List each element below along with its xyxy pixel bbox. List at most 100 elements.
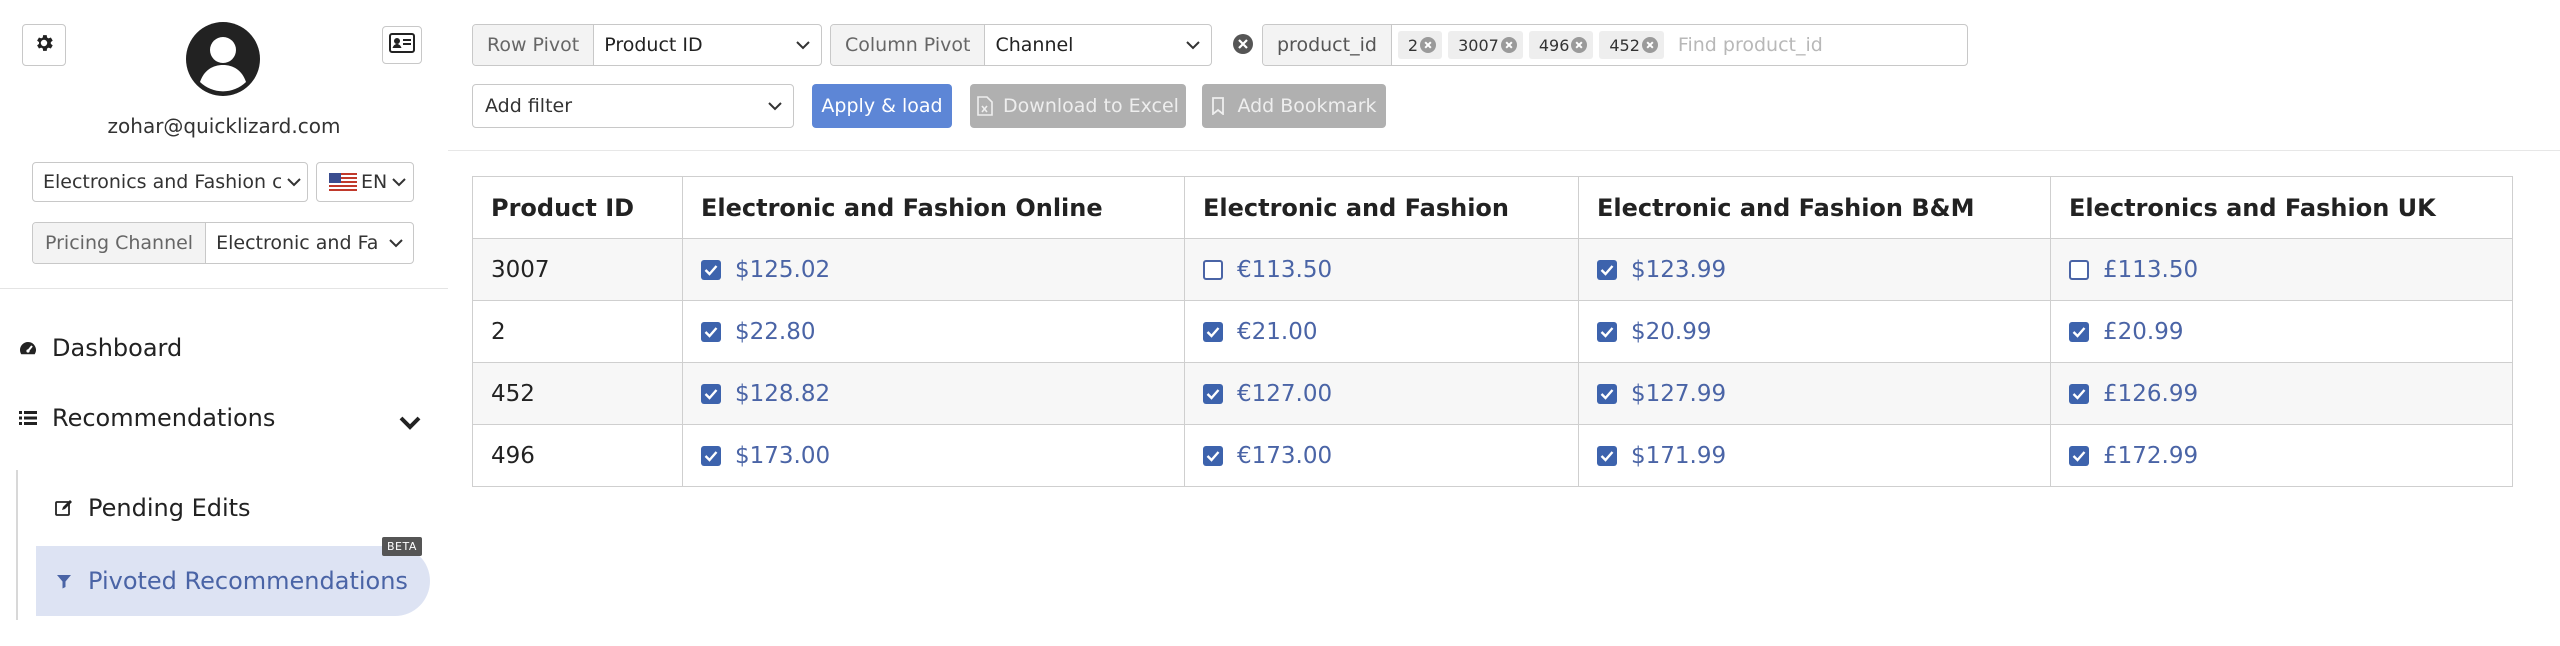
recommended-price[interactable]: $123.99 bbox=[1631, 257, 1726, 283]
table-row: 452 $128.82 €127.00 $127.99 £126.99 bbox=[472, 362, 2513, 425]
product-id-cell: 496 bbox=[472, 424, 683, 487]
filter-chip[interactable]: 3007 bbox=[1448, 31, 1523, 59]
recommended-price[interactable]: £113.50 bbox=[2103, 257, 2198, 283]
price-cell-content: $173.00 bbox=[701, 443, 1166, 469]
price-cell: €127.00 bbox=[1184, 362, 1579, 425]
checkbox-checked[interactable] bbox=[1203, 445, 1223, 466]
checkbox-checked[interactable] bbox=[701, 383, 721, 404]
sidebar-item-pivoted-label: Pivoted Recommendations bbox=[88, 567, 408, 595]
column-header-product-id[interactable]: Product ID bbox=[472, 176, 683, 239]
recommended-price[interactable]: £126.99 bbox=[2103, 381, 2198, 407]
remove-chip-icon[interactable] bbox=[1641, 37, 1658, 53]
checkbox-checked[interactable] bbox=[701, 259, 721, 280]
checkbox-unchecked[interactable] bbox=[1203, 259, 1223, 280]
id-card-icon bbox=[389, 33, 415, 57]
recommended-price[interactable]: $128.82 bbox=[735, 381, 830, 407]
sidebar-item-recommendations[interactable]: Recommendations bbox=[18, 404, 275, 432]
recommended-price[interactable]: €113.50 bbox=[1237, 257, 1332, 283]
recommended-price[interactable]: €127.00 bbox=[1237, 381, 1332, 407]
add-bookmark-button[interactable]: Add Bookmark bbox=[1202, 84, 1386, 128]
price-cell: €173.00 bbox=[1184, 424, 1579, 487]
price-cell: $173.00 bbox=[682, 424, 1185, 487]
close-circle-icon[interactable] bbox=[1232, 33, 1254, 55]
column-header-channel[interactable]: Electronics and Fashion UK bbox=[2050, 176, 2513, 239]
filter-chip-label: 452 bbox=[1609, 35, 1640, 55]
checkbox-checked[interactable] bbox=[1597, 445, 1617, 466]
remove-chip-icon[interactable] bbox=[1571, 37, 1588, 53]
price-cell: €113.50 bbox=[1184, 238, 1579, 301]
recommended-price[interactable]: $22.80 bbox=[735, 319, 815, 345]
checkbox-checked[interactable] bbox=[1597, 259, 1617, 280]
recommended-price[interactable]: €173.00 bbox=[1237, 443, 1332, 469]
recommended-price[interactable]: £172.99 bbox=[2103, 443, 2198, 469]
sidebar-item-pending-edits-label: Pending Edits bbox=[88, 494, 251, 522]
sidebar-item-pending-edits[interactable]: Pending Edits bbox=[54, 494, 251, 522]
column-pivot-select[interactable]: Column Pivot Channel bbox=[830, 24, 1212, 66]
price-cell-content: £172.99 bbox=[2069, 443, 2494, 469]
recommended-price[interactable]: $20.99 bbox=[1631, 319, 1711, 345]
organization-select[interactable]: Electronics and Fashion c bbox=[32, 162, 308, 202]
checkbox-checked[interactable] bbox=[1597, 321, 1617, 342]
recommended-price[interactable]: $171.99 bbox=[1631, 443, 1726, 469]
price-cell-content: €113.50 bbox=[1203, 257, 1560, 283]
recommended-price[interactable]: €21.00 bbox=[1237, 319, 1317, 345]
download-excel-button[interactable]: Download to Excel bbox=[970, 84, 1186, 128]
filter-chip[interactable]: 2 bbox=[1397, 31, 1443, 59]
price-cell: $20.99 bbox=[1578, 300, 2051, 363]
beta-badge: BETA bbox=[382, 537, 422, 556]
user-avatar-icon[interactable] bbox=[186, 22, 260, 96]
product-id-filter[interactable]: product_id 2 3007 496 452 bbox=[1262, 24, 1968, 66]
price-cell: £20.99 bbox=[2050, 300, 2513, 363]
find-product-id-input[interactable] bbox=[1663, 34, 1967, 56]
filter-chip[interactable]: 452 bbox=[1599, 31, 1664, 59]
add-filter-select[interactable]: Add filter bbox=[472, 84, 794, 128]
apply-load-button[interactable]: Apply & load bbox=[812, 84, 952, 128]
row-pivot-select[interactable]: Row Pivot Product ID bbox=[472, 24, 822, 66]
chevron-down-icon[interactable] bbox=[398, 414, 422, 432]
filter-chip-label: 496 bbox=[1538, 35, 1570, 55]
user-email: zohar@quicklizard.com bbox=[107, 114, 341, 138]
language-select[interactable]: EN bbox=[316, 162, 414, 202]
column-header-channel[interactable]: Electronic and Fashion B&M bbox=[1578, 176, 2051, 239]
price-cell: $127.99 bbox=[1578, 362, 2051, 425]
price-cell-content: €173.00 bbox=[1203, 443, 1560, 469]
bookmark-icon bbox=[1211, 96, 1229, 116]
remove-chip-icon[interactable] bbox=[1500, 37, 1517, 53]
recommended-price[interactable]: $127.99 bbox=[1631, 381, 1726, 407]
profile-card-button[interactable] bbox=[382, 26, 422, 64]
checkbox-checked[interactable] bbox=[2069, 445, 2089, 466]
recommended-price[interactable]: £20.99 bbox=[2103, 319, 2183, 345]
chevron-down-icon bbox=[387, 177, 411, 187]
recommended-price[interactable]: $125.02 bbox=[735, 257, 830, 283]
price-cell-content: $127.99 bbox=[1597, 381, 2032, 407]
filter-chip[interactable]: 496 bbox=[1528, 31, 1594, 59]
checkbox-checked[interactable] bbox=[1203, 321, 1223, 342]
remove-chip-icon[interactable] bbox=[1420, 37, 1437, 53]
checkbox-checked[interactable] bbox=[1597, 383, 1617, 404]
recommended-price[interactable]: $173.00 bbox=[735, 443, 830, 469]
checkbox-checked[interactable] bbox=[701, 321, 721, 342]
checkbox-checked[interactable] bbox=[2069, 321, 2089, 342]
column-header-channel[interactable]: Electronic and Fashion Online bbox=[682, 176, 1185, 239]
checkbox-checked[interactable] bbox=[2069, 383, 2089, 404]
price-cell-content: £126.99 bbox=[2069, 381, 2494, 407]
column-header-channel[interactable]: Electronic and Fashion bbox=[1184, 176, 1579, 239]
checkbox-checked[interactable] bbox=[1203, 383, 1223, 404]
price-cell-content: £113.50 bbox=[2069, 257, 2494, 283]
table-row: 2 $22.80 €21.00 $20.99 £20.99 bbox=[472, 300, 2513, 363]
settings-button[interactable] bbox=[22, 24, 66, 66]
gear-icon bbox=[33, 32, 55, 58]
checkbox-checked[interactable] bbox=[701, 445, 721, 466]
table-row: 496 $173.00 €173.00 $171.99 £172.99 bbox=[472, 424, 2513, 487]
pricing-channel-select[interactable]: Pricing Channel Electronic and Fa bbox=[32, 222, 414, 264]
sidebar-item-dashboard[interactable]: Dashboard bbox=[18, 334, 182, 362]
checkbox-unchecked[interactable] bbox=[2069, 259, 2089, 280]
download-excel-label: Download to Excel bbox=[1003, 95, 1179, 117]
sidebar-item-pivoted-recommendations[interactable]: Pivoted Recommendations bbox=[36, 546, 430, 616]
file-excel-icon bbox=[977, 96, 995, 116]
subnav-indent-line bbox=[16, 470, 18, 620]
price-cell-content: $171.99 bbox=[1597, 443, 2032, 469]
price-cell-content: $20.99 bbox=[1597, 319, 2032, 345]
price-cell: $22.80 bbox=[682, 300, 1185, 363]
table-header-row: Product ID Electronic and Fashion Online… bbox=[472, 176, 2513, 239]
